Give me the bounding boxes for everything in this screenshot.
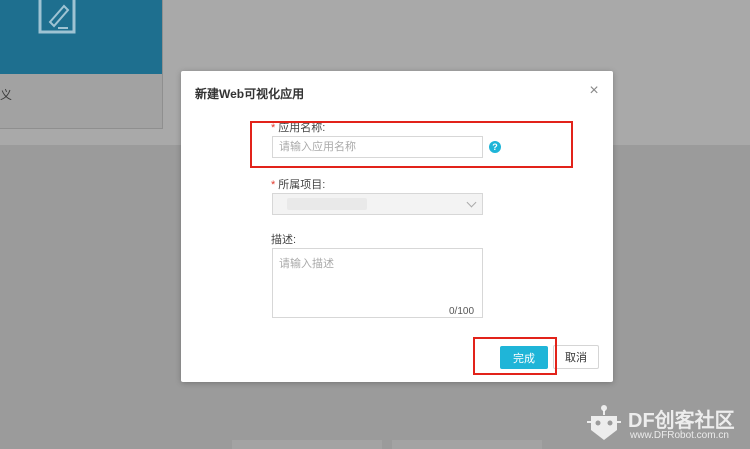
required-mark: * <box>271 179 276 191</box>
background-tab <box>392 440 542 449</box>
project-select-value <box>287 198 367 210</box>
watermark-subtitle: www.DFRobot.com.cn <box>630 430 729 441</box>
app-name-label: * 应用名称: <box>271 119 325 135</box>
help-icon[interactable]: ? <box>489 141 501 153</box>
chevron-down-icon <box>466 197 477 208</box>
robot-logo-icon <box>587 405 621 440</box>
project-label-text: 所属项目: <box>278 179 326 191</box>
required-mark: * <box>271 122 276 134</box>
watermark-title: DF创客社区 <box>628 410 735 432</box>
description-char-counter: 0/100 <box>449 306 475 317</box>
description-label: 描述: <box>271 234 297 246</box>
submit-button[interactable]: 完成 <box>500 346 548 369</box>
dialog-title: 新建Web可视化应用 <box>195 87 305 101</box>
background-card-banner <box>0 0 162 74</box>
close-icon[interactable]: × <box>587 83 601 99</box>
watermark: DF创客社区 www.DFRobot.com.cn <box>578 402 748 446</box>
background-card-label: 义 <box>0 88 13 102</box>
project-select[interactable] <box>272 193 483 215</box>
cancel-button[interactable]: 取消 <box>553 345 599 369</box>
background-tab <box>232 440 382 449</box>
background-card: 义 <box>0 0 163 129</box>
app-name-label-text: 应用名称: <box>278 122 326 134</box>
app-name-input[interactable] <box>272 136 483 158</box>
project-label: * 所属项目: <box>271 176 325 192</box>
edit-icon <box>38 0 76 34</box>
new-web-app-dialog: 新建Web可视化应用 × *应用名称: ? *所属项目: 描述: 0/100 完… <box>181 71 613 382</box>
